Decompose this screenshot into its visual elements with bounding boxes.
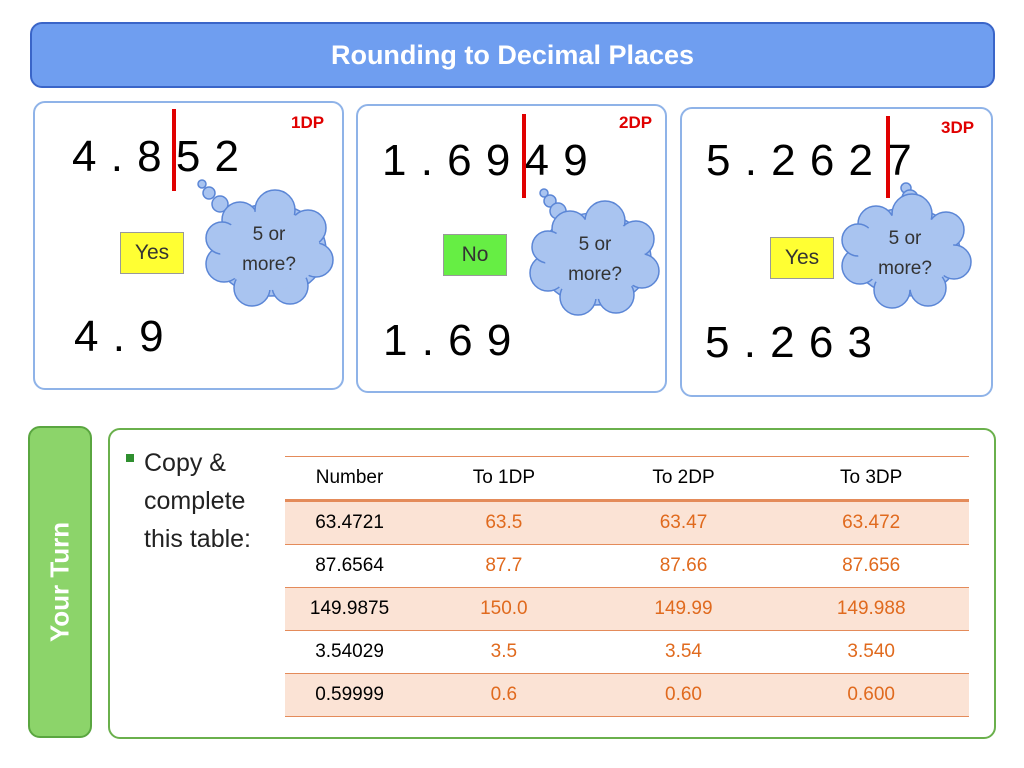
answer-cell: 0.60 <box>593 673 774 717</box>
instruction-text: Copy & complete this table: <box>144 449 252 553</box>
table-row: 63.4721 63.5 63.47 63.472 <box>285 500 969 545</box>
answer-box: Yes <box>770 237 834 279</box>
cloud-text: 5 or more? <box>214 220 324 280</box>
title-banner: Rounding to Decimal Places <box>30 22 995 88</box>
column-header: Number <box>285 456 415 502</box>
cloud-line: 5 or <box>888 228 922 249</box>
column-header: To 3DP <box>773 456 969 502</box>
answer-cell: 87.656 <box>773 544 969 588</box>
your-turn-label: Your Turn <box>44 521 75 643</box>
answer-cell: 87.7 <box>414 544 594 588</box>
answer-cell: 0.6 <box>414 673 594 717</box>
page-title: Rounding to Decimal Places <box>330 39 695 70</box>
cloud-line: more? <box>242 254 296 275</box>
answer-cell: 3.540 <box>773 630 969 674</box>
your-turn-tab: Your Turn <box>28 426 92 738</box>
example-result: 1 . 6 9 <box>383 316 513 365</box>
table-row: 3.54029 3.5 3.54 3.540 <box>285 630 969 674</box>
answer-cell: 63.5 <box>414 500 594 545</box>
answer-cell: 149.988 <box>773 587 969 631</box>
number-cell: 0.59999 <box>285 673 415 717</box>
table-row: 0.59999 0.6 0.60 0.600 <box>285 673 969 717</box>
number-cell: 63.4721 <box>285 500 415 545</box>
answer-cell: 63.472 <box>773 500 969 545</box>
example-number: 4 . 8 5 2 <box>72 132 241 181</box>
answer-cell: 0.600 <box>773 673 969 717</box>
rounding-table: Number To 1DP To 2DP To 3DP 63.4721 63.5… <box>285 456 969 717</box>
dp-label: 2DP <box>619 113 653 132</box>
answer-box: Yes <box>120 232 184 274</box>
table-row: 149.9875 150.0 149.99 149.988 <box>285 587 969 631</box>
example-number: 5 . 2 6 2 7 <box>706 136 913 185</box>
dp-label: 3DP <box>941 118 975 137</box>
bullet-square-icon <box>126 454 134 462</box>
answer-cell: 150.0 <box>414 587 594 631</box>
dp-label: 1DP <box>291 113 325 132</box>
answer-cell: 87.66 <box>593 544 774 588</box>
answer-cell: 149.99 <box>593 587 774 631</box>
number-cell: 149.9875 <box>285 587 415 631</box>
column-header: To 1DP <box>414 456 594 502</box>
cloud-line: more? <box>568 264 622 285</box>
example-result: 4 . 9 <box>74 312 165 361</box>
table-row: 87.6564 87.7 87.66 87.656 <box>285 544 969 588</box>
example-number: 1 . 6 9 4 9 <box>382 136 589 185</box>
example-result: 5 . 2 6 3 <box>705 318 874 367</box>
cloud-text: 5 or more? <box>540 230 650 290</box>
answer-cell: 3.5 <box>414 630 594 674</box>
cloud-line: more? <box>878 258 932 279</box>
cut-line <box>172 109 176 191</box>
number-cell: 3.54029 <box>285 630 415 674</box>
cloud-line: 5 or <box>252 224 286 245</box>
answer-cell: 3.54 <box>593 630 774 674</box>
table-header-row: Number To 1DP To 2DP To 3DP <box>285 456 969 502</box>
number-cell: 87.6564 <box>285 544 415 588</box>
answer-box: No <box>443 234 507 276</box>
answer-cell: 63.47 <box>593 500 774 545</box>
cloud-line: 5 or <box>578 234 612 255</box>
cloud-text: 5 or more? <box>850 224 960 284</box>
column-header: To 2DP <box>593 456 774 502</box>
